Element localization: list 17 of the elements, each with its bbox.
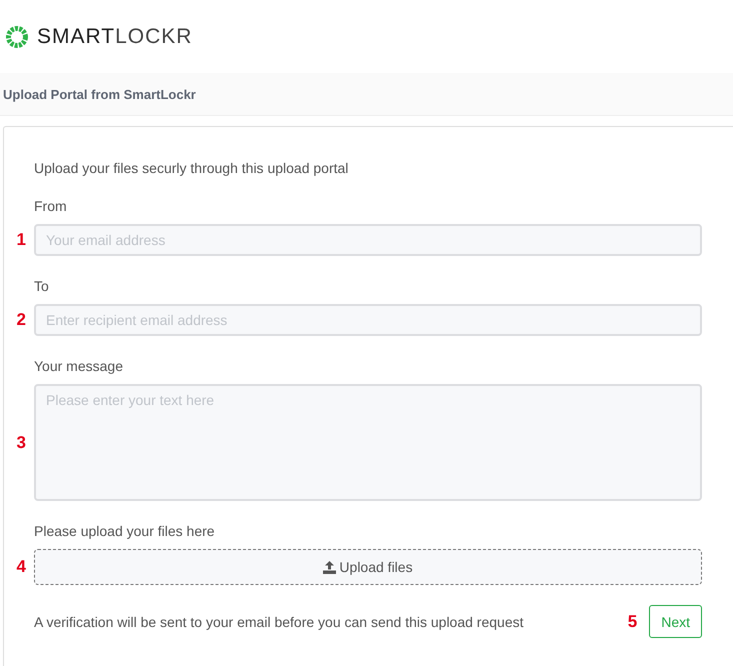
verification-note: A verification will be sent to your email before you can send this upload request <box>34 614 524 630</box>
field-label: To <box>34 278 50 294</box>
logo-text: LOCKR <box>115 24 192 48</box>
page-title: Upload Portal from SmartLockr <box>3 86 196 102</box>
intro-text: Upload your files securly through this upload portal <box>34 160 350 176</box>
logo-text: SMART <box>37 24 116 48</box>
upload-button[interactable]: Upload files <box>34 549 702 585</box>
field-label: Your message <box>34 358 124 374</box>
field-label: Please upload your files here <box>34 523 216 539</box>
logo-icon <box>5 24 29 48</box>
annotation-number: 2 <box>16 310 27 330</box>
annotation-number: 3 <box>16 432 27 452</box>
upload-icon <box>323 560 336 574</box>
annotation-number: 4 <box>16 557 27 577</box>
annotation-number: 5 <box>628 612 638 632</box>
annotation-number: 1 <box>16 230 27 250</box>
field-label: From <box>34 198 68 214</box>
